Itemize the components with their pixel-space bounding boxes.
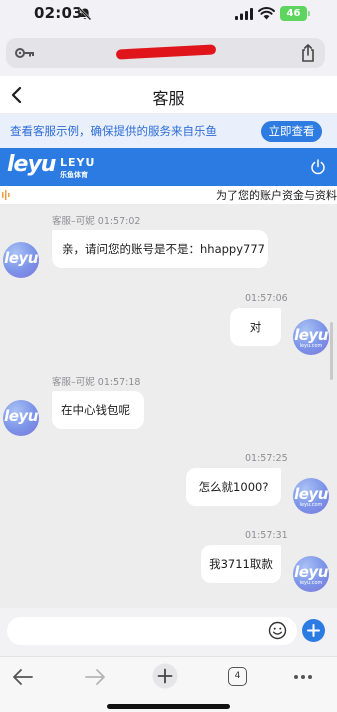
- avatar-logo: leyu: [294, 485, 328, 503]
- avatar-subtext: leyu.com: [299, 502, 323, 508]
- user-avatar: leyu leyu.com: [293, 478, 329, 514]
- notice-bar: 查看客服示例，确保提供的服务来自乐鱼 立即查看: [0, 114, 337, 148]
- plus-icon[interactable]: [302, 619, 325, 642]
- message-bubble: 对: [230, 308, 281, 346]
- user-avatar: leyu leyu.com: [293, 556, 329, 592]
- message-meta: 客服–可妮 01:57:02: [52, 216, 141, 227]
- marquee-text: 为了您的账户资金与资料: [216, 189, 337, 202]
- message-input[interactable]: [7, 617, 297, 645]
- message-bubble: 我3711取款: [201, 545, 281, 583]
- message-meta: 01:57:31: [245, 530, 288, 541]
- status-time: 02:03: [34, 4, 83, 22]
- announcement-marquee: 为了您的账户资金与资料: [0, 186, 337, 204]
- wifi-icon: [258, 7, 275, 20]
- key-icon[interactable]: [15, 47, 35, 59]
- brand-logo-cn: 乐鱼体育: [60, 171, 88, 179]
- message-meta: 01:57:06: [245, 293, 288, 304]
- chat-messages[interactable]: 客服–可妮 01:57:02 leyu 亲，请问您的账号是不是：hhappy77…: [0, 204, 337, 608]
- bell-off-icon: [78, 7, 92, 21]
- browser-top-bar: [0, 28, 337, 76]
- chat-scrollbar[interactable]: [330, 322, 333, 380]
- avatar-subtext: leyu.com: [299, 580, 323, 586]
- page-title: 客服: [152, 89, 185, 108]
- agent-avatar: leyu: [3, 400, 39, 436]
- brand-logo-en: LEYU: [60, 156, 96, 169]
- notice-text: 查看客服示例，确保提供的服务来自乐鱼: [10, 124, 217, 138]
- avatar-logo: leyu: [4, 249, 38, 267]
- avatar-logo: leyu: [294, 563, 328, 581]
- message-bubble: 怎么就1000?: [186, 468, 281, 506]
- power-icon[interactable]: [310, 159, 326, 175]
- share-icon[interactable]: [300, 44, 316, 62]
- emoji-icon[interactable]: [268, 621, 287, 640]
- new-tab-icon[interactable]: [152, 663, 178, 689]
- user-avatar: leyu leyu.com: [293, 319, 329, 355]
- status-bar: 02:03 46: [0, 0, 337, 28]
- brand-logo-main: leyu: [7, 152, 56, 177]
- avatar-subtext: leyu.com: [299, 343, 323, 349]
- home-indicator: [107, 704, 230, 709]
- avatar-logo: leyu: [294, 326, 328, 344]
- more-icon[interactable]: [293, 674, 313, 680]
- message-meta: 01:57:25: [245, 453, 288, 464]
- brand-bar: leyu LEYU 乐鱼体育: [0, 148, 337, 186]
- avatar-logo: leyu: [4, 407, 38, 425]
- tabs-icon[interactable]: 4: [228, 667, 247, 686]
- speaker-icon: [2, 190, 10, 200]
- address-bar[interactable]: [6, 38, 325, 68]
- arrow-right-icon[interactable]: [84, 667, 106, 687]
- agent-avatar: leyu: [3, 242, 39, 278]
- url-text-redacted[interactable]: [115, 44, 217, 60]
- message-meta: 客服–可妮 01:57:18: [52, 377, 141, 388]
- signal-icon: [235, 8, 253, 20]
- battery-indicator: 46: [280, 6, 310, 21]
- message-composer: [0, 608, 337, 656]
- message-bubble: 亲，请问您的账号是不是：hhappy777: [52, 230, 268, 268]
- arrow-left-icon[interactable]: [12, 667, 34, 687]
- view-now-button[interactable]: 立即查看: [261, 121, 322, 142]
- page-header: 客服: [0, 76, 337, 114]
- message-bubble: 在中心钱包呢: [52, 391, 144, 429]
